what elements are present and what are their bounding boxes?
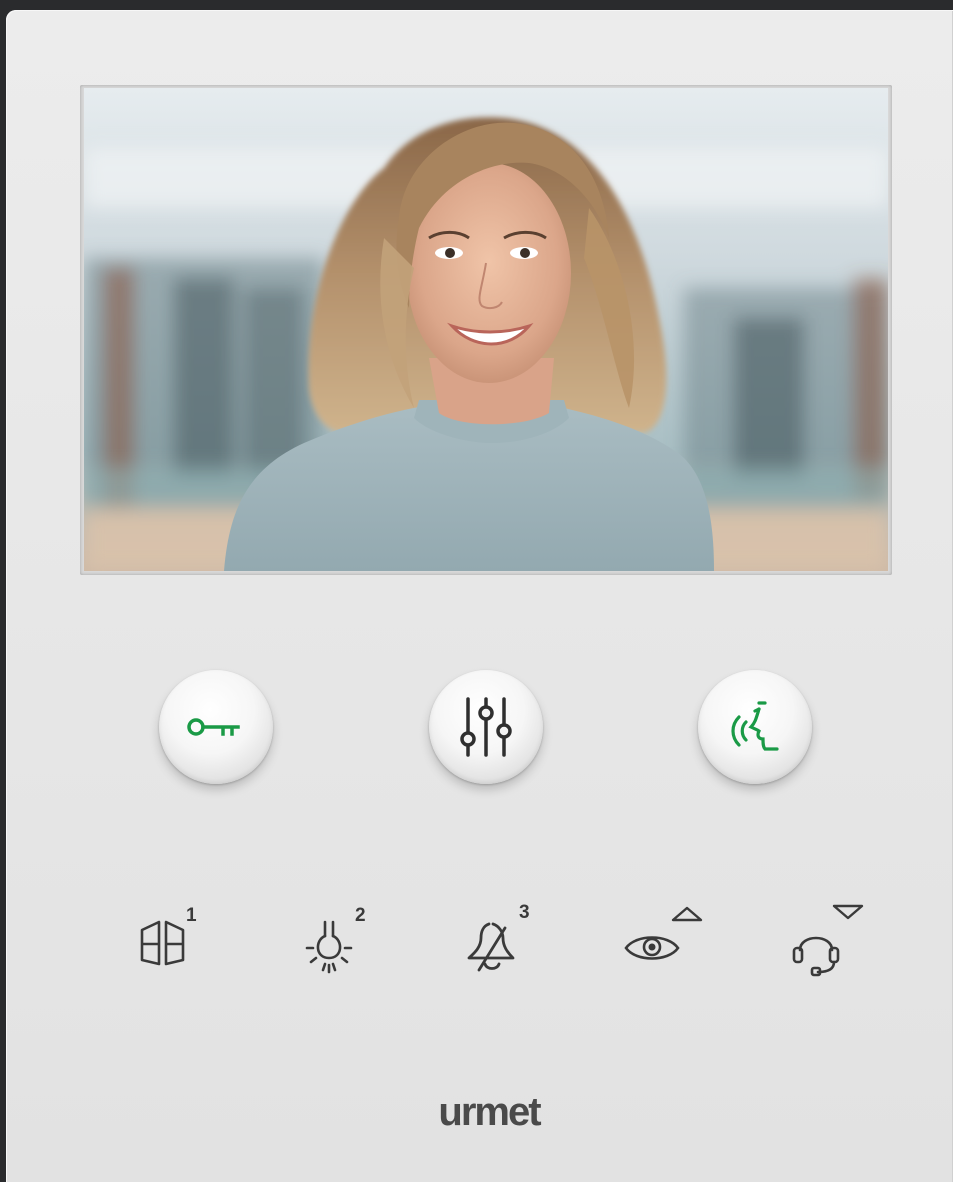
answer-call-button[interactable] (698, 670, 812, 784)
svg-text:urmet: urmet (438, 1090, 541, 1134)
headset-icon (792, 936, 840, 977)
mute-key-3[interactable]: 3 (450, 898, 560, 1008)
door-icon (140, 920, 185, 966)
mute-ringer-icon (467, 922, 515, 972)
light-bulb-icon (305, 920, 353, 974)
arrow-up-icon (671, 906, 703, 922)
video-intercom-panel: 1 2 3 urmet (6, 10, 953, 1182)
key-number-1: 1 (186, 905, 197, 926)
key-number-2: 2 (355, 905, 366, 926)
light-key-2[interactable]: 2 (286, 898, 396, 1008)
settings-button[interactable] (429, 670, 543, 784)
eye-icon (624, 936, 680, 960)
arrow-down-icon (832, 904, 864, 920)
voice-talk-icon (731, 701, 779, 751)
key-icon (187, 718, 240, 736)
key-number-3: 3 (519, 902, 530, 923)
urmet-logo: urmet (438, 1090, 543, 1134)
display-bezel (80, 85, 892, 575)
handset-key[interactable] (776, 898, 886, 1008)
door-key-1[interactable]: 1 (124, 898, 234, 1008)
camera-view-key[interactable] (608, 898, 718, 1008)
sliders-icon (460, 697, 512, 757)
video-display (84, 88, 888, 571)
camera-feed-image (84, 88, 888, 571)
door-open-button[interactable] (159, 670, 273, 784)
